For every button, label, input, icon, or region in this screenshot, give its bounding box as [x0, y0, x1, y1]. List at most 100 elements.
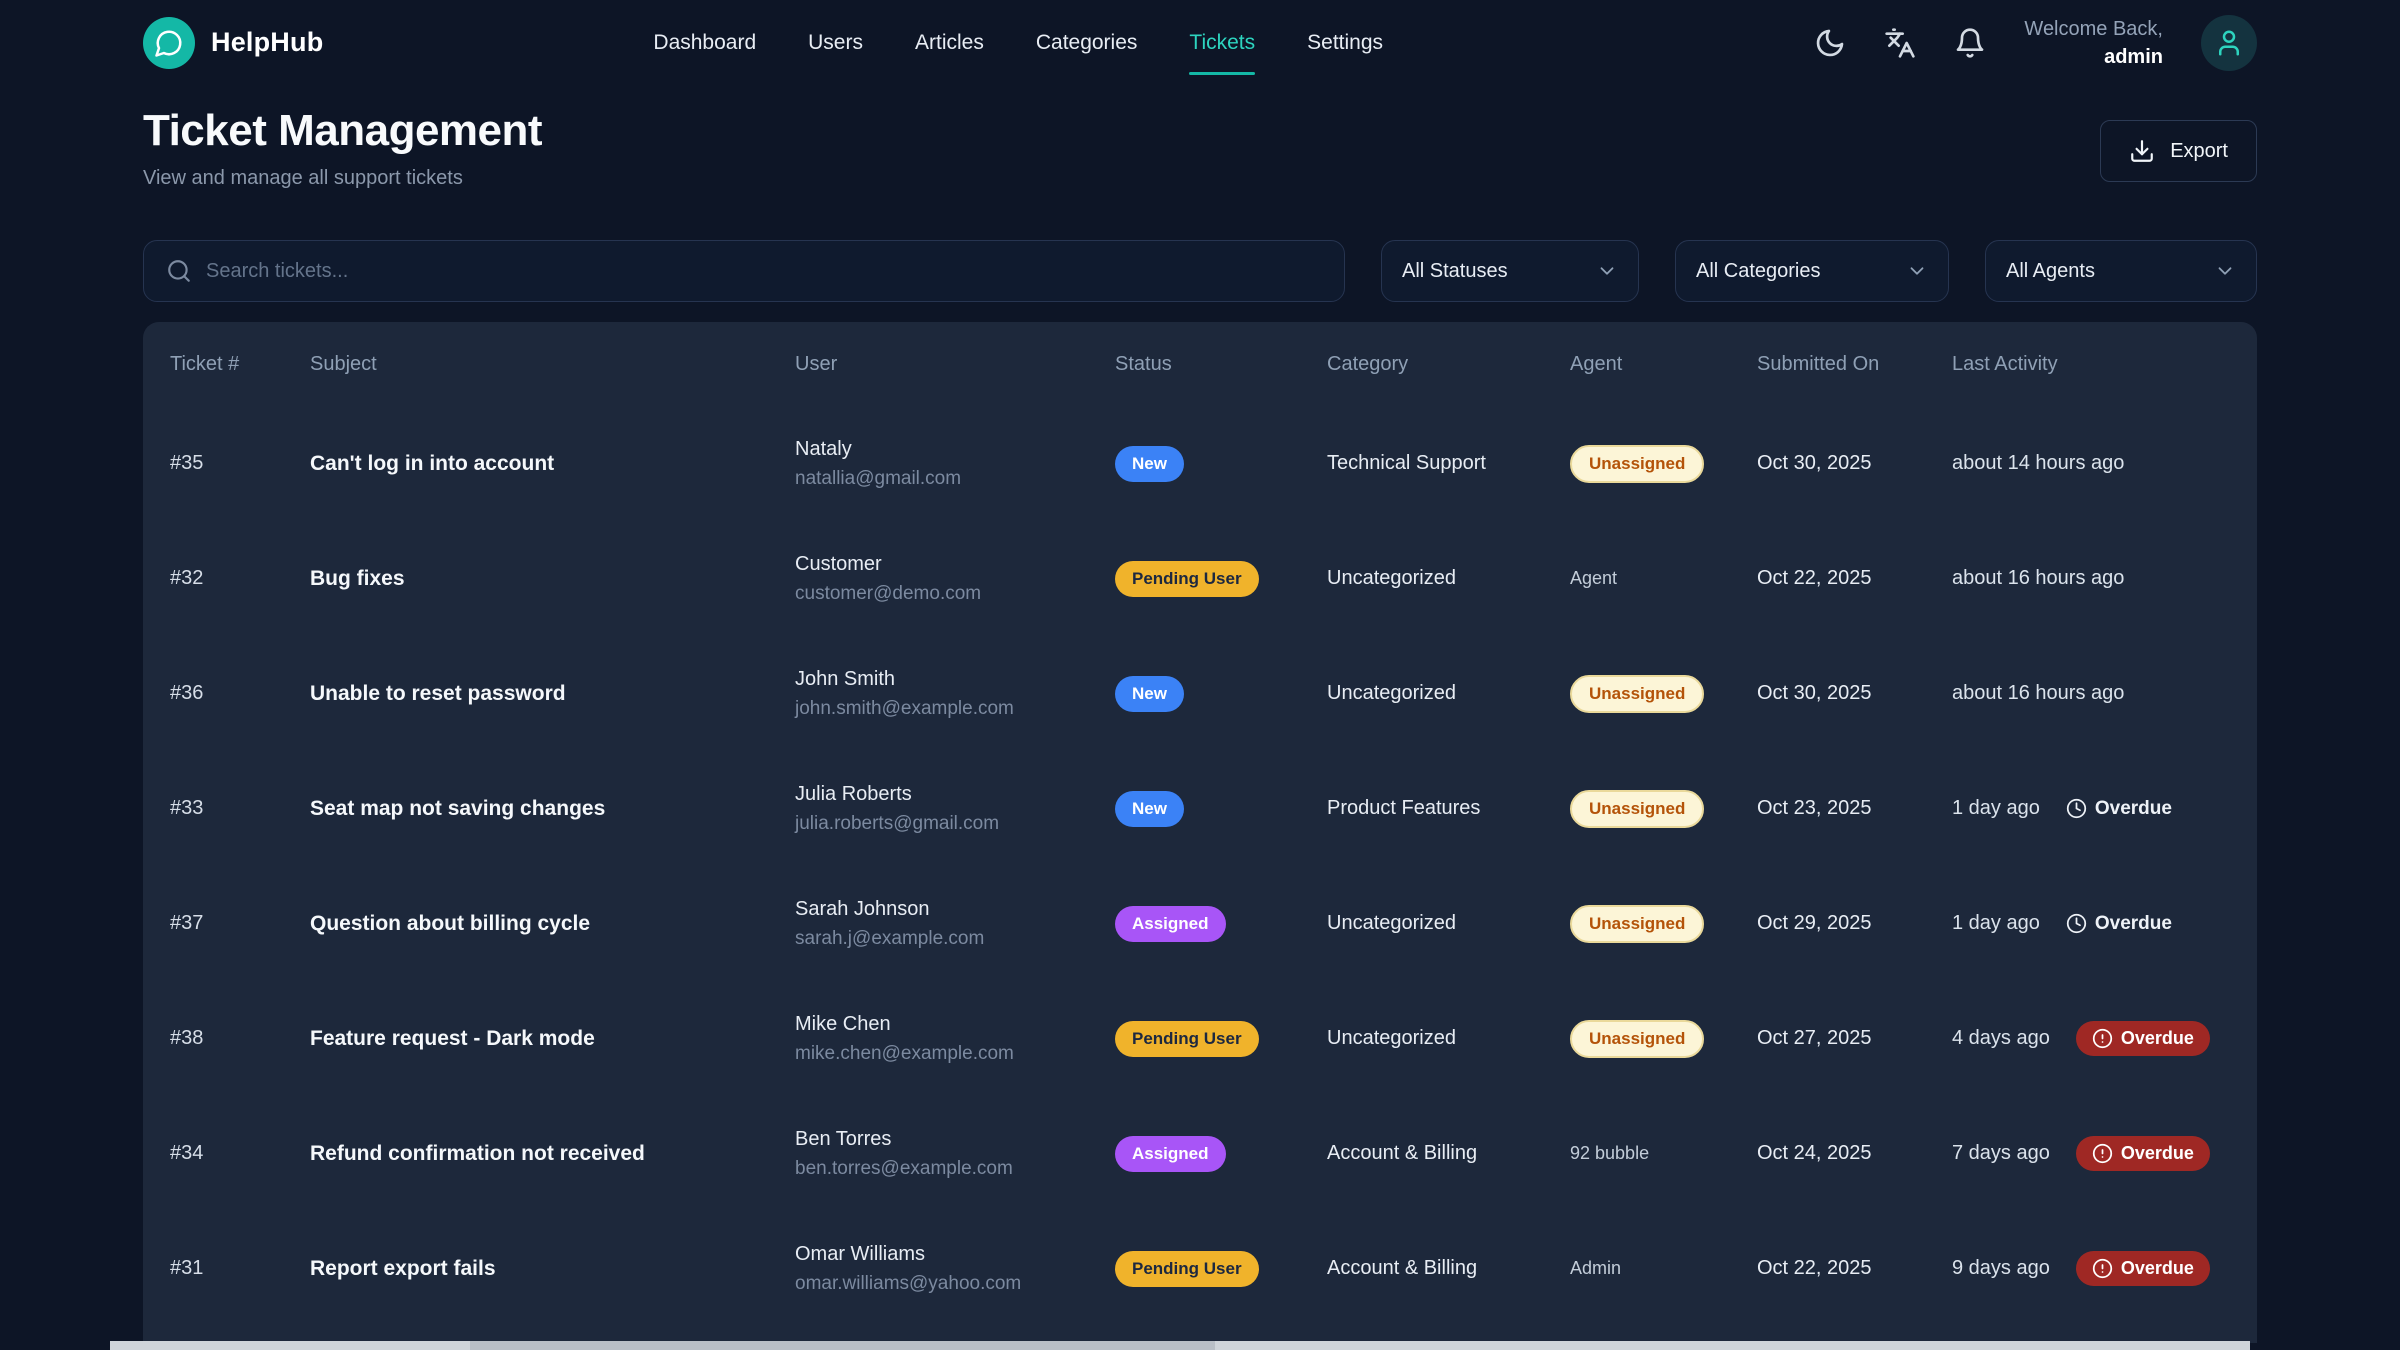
table-row[interactable]: #38 Feature request - Dark mode Mike Che…: [143, 981, 2257, 1096]
alert-icon: [2092, 1258, 2113, 1279]
nav-item-categories[interactable]: Categories: [1036, 0, 1138, 85]
ticket-subject: Question about billing cycle: [310, 912, 795, 936]
tickets-table: Ticket # Subject User Status Category Ag…: [143, 322, 2257, 1343]
moon-icon[interactable]: [1814, 27, 1846, 59]
page-header: Ticket Management View and manage all su…: [0, 85, 2400, 190]
horizontal-scrollbar[interactable]: [110, 1341, 2250, 1350]
overdue-label: Overdue: [2121, 1028, 2194, 1049]
brand-name: HelpHub: [211, 27, 323, 58]
table-row[interactable]: #34 Refund confirmation not received Ben…: [143, 1096, 2257, 1211]
user-cell: Customer customer@demo.com: [795, 553, 1115, 605]
brand: HelpHub: [143, 17, 323, 69]
user-name: Ben Torres: [795, 1128, 1115, 1151]
search-box: [143, 240, 1345, 302]
status-filter-dropdown[interactable]: All Statuses: [1381, 240, 1639, 302]
column-header-agent: Agent: [1570, 353, 1757, 376]
status-badge: Pending User: [1115, 561, 1259, 597]
user-cell: Nataly natallia@gmail.com: [795, 438, 1115, 490]
overdue-indicator: Overdue: [2066, 798, 2172, 820]
table-row[interactable]: #37 Question about billing cycle Sarah J…: [143, 866, 2257, 981]
ticket-subject: Seat map not saving changes: [310, 797, 795, 821]
user-cell: Omar Williams omar.williams@yahoo.com: [795, 1243, 1115, 1295]
user-name: Julia Roberts: [795, 783, 1115, 806]
status-cell: New: [1115, 791, 1327, 827]
alert-icon: [2092, 1143, 2113, 1164]
activity-text: about 16 hours ago: [1952, 567, 2124, 590]
nav-item-dashboard[interactable]: Dashboard: [653, 0, 756, 85]
status-cell: Pending User: [1115, 1251, 1327, 1287]
agent-name: Admin: [1570, 1258, 1621, 1278]
table-row[interactable]: #31 Report export fails Omar Williams om…: [143, 1211, 2257, 1326]
agent-cell: Unassigned: [1570, 790, 1757, 828]
user-cell: Mike Chen mike.chen@example.com: [795, 1013, 1115, 1065]
status-cell: New: [1115, 676, 1327, 712]
username-text: admin: [2024, 43, 2163, 71]
ticket-category: Account & Billing: [1327, 1257, 1570, 1280]
agent-cell: Agent: [1570, 568, 1757, 589]
agent-unassigned-badge: Unassigned: [1570, 1020, 1704, 1058]
activity-cell: 1 day ago Overdue: [1952, 797, 2230, 820]
overdue-label: Overdue: [2095, 913, 2172, 935]
category-filter-dropdown[interactable]: All Categories: [1675, 240, 1949, 302]
user-icon: [2214, 28, 2244, 58]
status-cell: Pending User: [1115, 561, 1327, 597]
category-filter-label: All Categories: [1696, 260, 1821, 283]
agent-cell: Unassigned: [1570, 1020, 1757, 1058]
welcome-block: Welcome Back, admin: [2024, 15, 2163, 71]
ticket-subject: Report export fails: [310, 1257, 795, 1281]
submitted-date: Oct 29, 2025: [1757, 912, 1952, 935]
table-row[interactable]: #32 Bug fixes Customer customer@demo.com…: [143, 521, 2257, 636]
user-name: Customer: [795, 553, 1115, 576]
nav-item-settings[interactable]: Settings: [1307, 0, 1383, 85]
submitted-date: Oct 30, 2025: [1757, 452, 1952, 475]
activity-text: about 14 hours ago: [1952, 452, 2124, 475]
ticket-subject: Bug fixes: [310, 567, 795, 591]
ticket-subject: Feature request - Dark mode: [310, 1027, 795, 1051]
nav-item-users[interactable]: Users: [808, 0, 863, 85]
user-cell: Ben Torres ben.torres@example.com: [795, 1128, 1115, 1180]
ticket-id: #36: [170, 682, 310, 705]
ticket-id: #37: [170, 912, 310, 935]
user-email: sarah.j@example.com: [795, 928, 1115, 950]
agent-filter-dropdown[interactable]: All Agents: [1985, 240, 2257, 302]
activity-text: 4 days ago: [1952, 1027, 2050, 1050]
ticket-id: #38: [170, 1027, 310, 1050]
activity-cell: 9 days ago Overdue: [1952, 1251, 2230, 1286]
status-badge: New: [1115, 791, 1184, 827]
activity-text: 1 day ago: [1952, 797, 2040, 820]
user-name: Mike Chen: [795, 1013, 1115, 1036]
top-navigation-bar: HelpHub Dashboard Users Articles Categor…: [0, 0, 2400, 85]
activity-text: 9 days ago: [1952, 1257, 2050, 1280]
user-cell: Julia Roberts julia.roberts@gmail.com: [795, 783, 1115, 835]
ticket-category: Product Features: [1327, 797, 1570, 820]
nav-item-tickets[interactable]: Tickets: [1189, 0, 1255, 85]
ticket-subject: Unable to reset password: [310, 682, 795, 706]
table-row[interactable]: #36 Unable to reset password John Smith …: [143, 636, 2257, 751]
agent-name: 92 bubble: [1570, 1143, 1649, 1163]
export-button[interactable]: Export: [2100, 120, 2257, 182]
ticket-id: #33: [170, 797, 310, 820]
download-icon: [2129, 138, 2155, 164]
table-row[interactable]: #35 Can't log in into account Nataly nat…: [143, 406, 2257, 521]
column-header-status: Status: [1115, 353, 1327, 376]
status-badge: Pending User: [1115, 1251, 1259, 1287]
agent-cell: Unassigned: [1570, 905, 1757, 943]
activity-text: about 16 hours ago: [1952, 682, 2124, 705]
user-email: mike.chen@example.com: [795, 1043, 1115, 1065]
user-avatar[interactable]: [2201, 15, 2257, 71]
bell-icon[interactable]: [1954, 27, 1986, 59]
activity-cell: 1 day ago Overdue: [1952, 912, 2230, 935]
translate-icon[interactable]: [1884, 27, 1916, 59]
table-row[interactable]: #33 Seat map not saving changes Julia Ro…: [143, 751, 2257, 866]
overdue-label: Overdue: [2095, 798, 2172, 820]
nav-item-articles[interactable]: Articles: [915, 0, 984, 85]
ticket-id: #35: [170, 452, 310, 475]
agent-cell: Admin: [1570, 1258, 1757, 1279]
scrollbar-thumb[interactable]: [470, 1341, 1215, 1350]
page-title: Ticket Management: [143, 107, 2257, 155]
status-badge: Assigned: [1115, 1136, 1226, 1172]
search-input[interactable]: [206, 260, 1322, 283]
user-email: julia.roberts@gmail.com: [795, 813, 1115, 835]
chat-bubble-icon: [154, 28, 184, 58]
activity-cell: 7 days ago Overdue: [1952, 1136, 2230, 1171]
